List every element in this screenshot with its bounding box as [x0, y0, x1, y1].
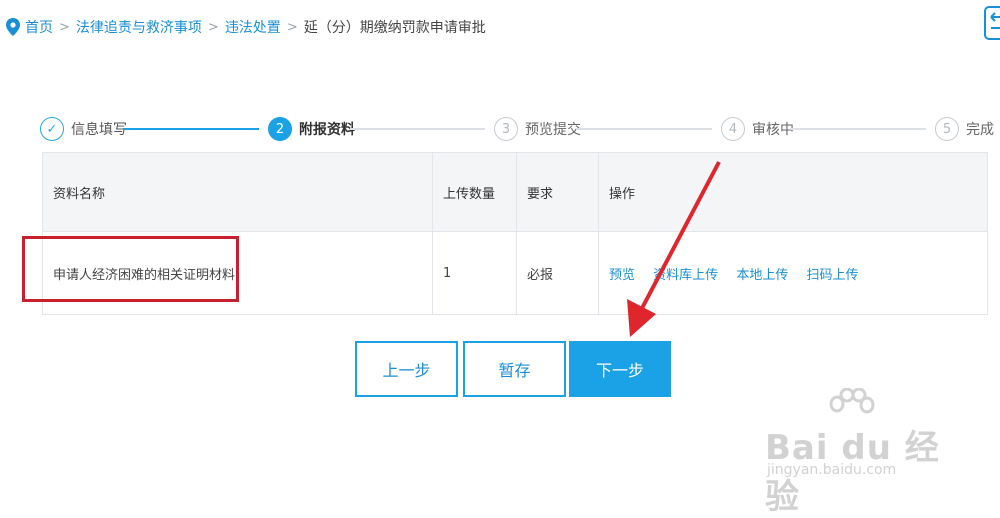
step-connector	[576, 128, 712, 130]
breadcrumb-current: 延（分）期缴纳罚款申请审批	[303, 20, 486, 36]
save-draft-button[interactable]: 暂存	[463, 341, 566, 397]
breadcrumb-legal-matters[interactable]: 法律追责与救济事项	[76, 17, 202, 37]
upload-count: 1	[432, 231, 517, 315]
step-connector	[123, 128, 259, 130]
step-reviewing: 4 审核中	[721, 110, 794, 148]
local-upload-link[interactable]: 本地上传	[736, 268, 788, 283]
column-header-name: 资料名称	[42, 152, 433, 232]
breadcrumb-home[interactable]: 首页	[25, 17, 53, 37]
check-icon: ✓	[40, 117, 64, 141]
step-number: 5	[935, 117, 959, 141]
preview-link[interactable]: 预览	[609, 268, 635, 283]
breadcrumb-separator: >	[207, 19, 219, 35]
column-header-requirement: 要求	[516, 152, 599, 232]
breadcrumb-separator: >	[59, 19, 70, 35]
breadcrumb-separator: >	[286, 19, 298, 35]
table-header-row: 资料名称 上传数量 要求 操作	[42, 152, 988, 232]
next-step-button[interactable]: 下一步	[569, 341, 671, 397]
library-upload-link[interactable]: 资料库上传	[653, 268, 718, 283]
step-connector	[350, 128, 485, 130]
step-number: 2	[268, 117, 292, 141]
step-number: 3	[494, 117, 518, 141]
requirement-value: 必报	[516, 231, 599, 315]
breadcrumb: 首页 > 法律追责与救济事项 > 违法处置 > 延（分）期缴纳罚款申请审批	[6, 16, 486, 38]
breadcrumb-violation-handling[interactable]: 违法处置	[225, 17, 281, 37]
step-label: 附报资料	[299, 122, 355, 138]
step-connector	[790, 128, 926, 130]
prev-step-button[interactable]: 上一步	[355, 341, 458, 397]
step-label: 预览提交	[525, 122, 581, 138]
step-attachments: 2 附报资料	[268, 110, 355, 148]
location-pin-icon	[6, 18, 20, 36]
scan-upload-link[interactable]: 扫码上传	[806, 268, 858, 283]
step-info-fill: ✓ 信息填写	[40, 110, 127, 148]
step-label: 完成	[966, 122, 994, 138]
actions-cell: 预览 资料库上传 本地上传 扫码上传	[598, 231, 988, 315]
back-icon[interactable]	[984, 6, 1000, 40]
step-label: 审核中	[752, 122, 794, 138]
highlight-annotation-box	[22, 236, 239, 302]
baidu-jingyan-watermark: Bai du 经验 jingyan.baidu.com	[765, 388, 965, 517]
step-preview-submit: 3 预览提交	[494, 110, 581, 148]
progress-steps: ✓ 信息填写 2 附报资料 3 预览提交 4 审核中 5 完成	[40, 110, 1000, 150]
step-complete: 5 完成	[935, 110, 994, 148]
watermark-url: jingyan.baidu.com	[767, 462, 897, 478]
column-header-count: 上传数量	[432, 152, 517, 232]
step-label: 信息填写	[71, 122, 127, 138]
step-number: 4	[721, 117, 745, 141]
column-header-actions: 操作	[598, 152, 988, 232]
